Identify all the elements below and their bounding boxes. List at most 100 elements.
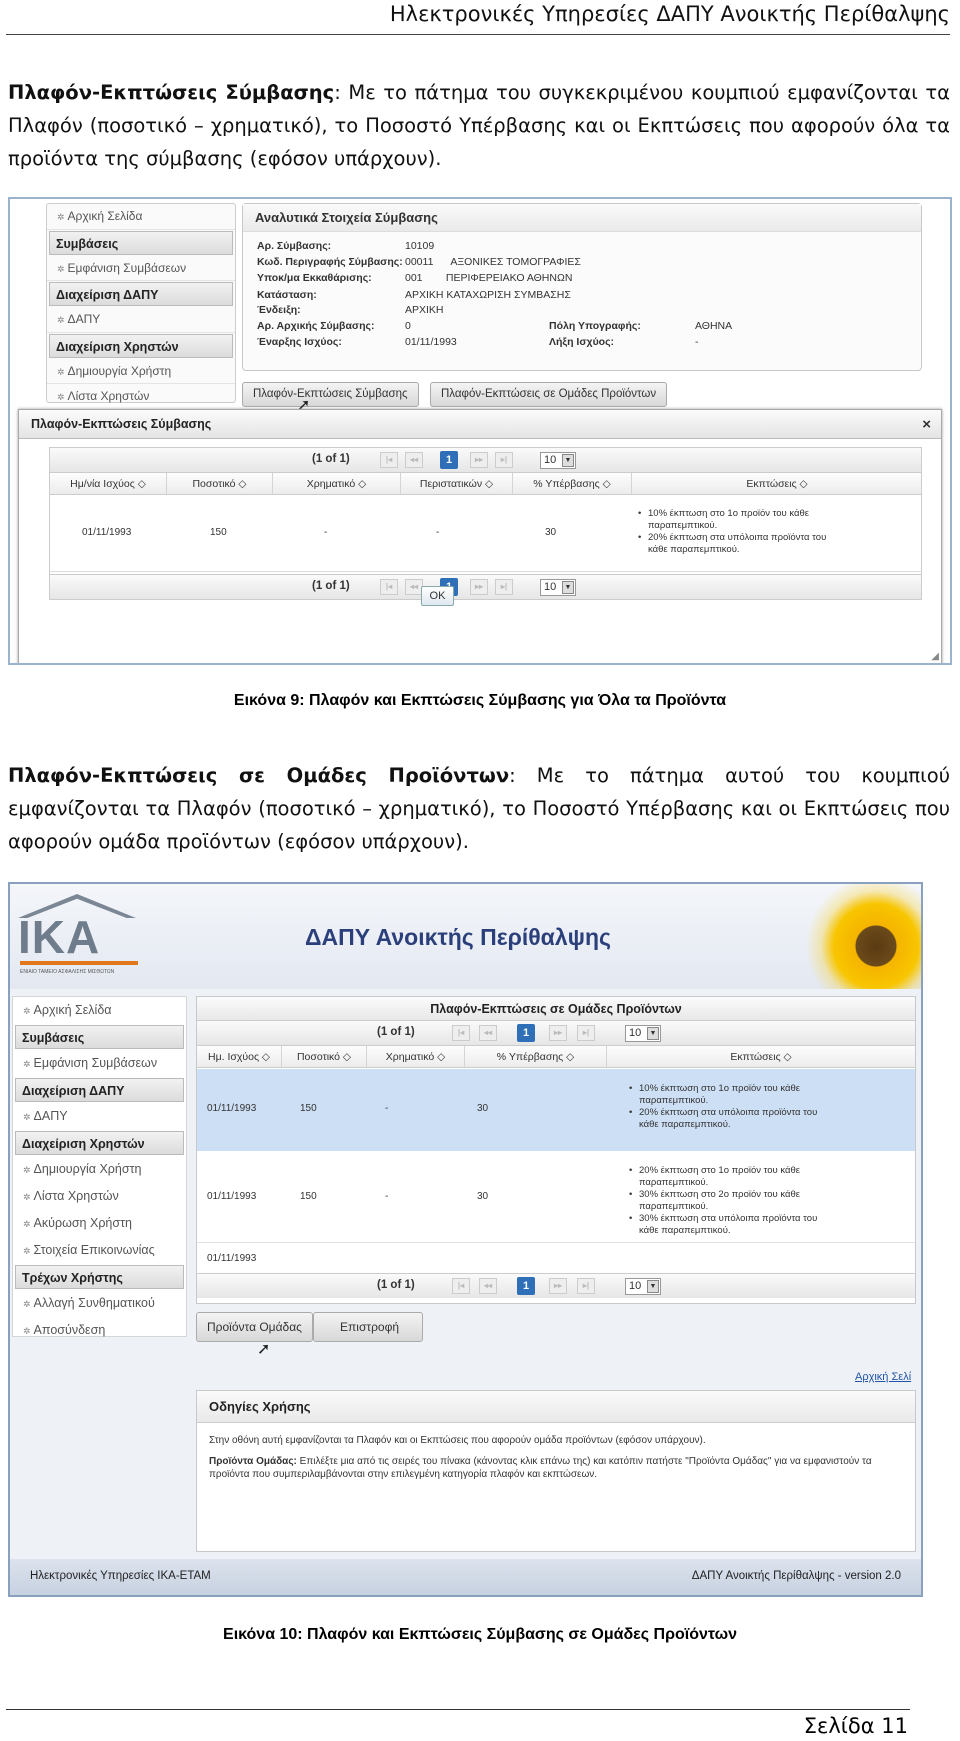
back-button[interactable]: Επιστροφή	[313, 1312, 423, 1342]
detail-row: Κωδ. Περιγραφής Σύμβασης:	[257, 256, 403, 268]
last-page-icon[interactable]: ▸|	[577, 1278, 595, 1294]
nav-user-list[interactable]: ✲ Λίστα Χρηστών	[47, 384, 235, 410]
gear-icon: ✲	[23, 1246, 31, 1256]
instructions-title: Οδηγίες Χρήσης	[197, 1391, 915, 1423]
page-size-select[interactable]: 10 ▼	[540, 579, 576, 596]
nav-head-current-user: Τρέχων Χρήστης	[15, 1265, 184, 1289]
instructions-line-1: Στην οθόνη αυτή εμφανίζονται τα Πλαφόν κ…	[209, 1435, 706, 1446]
chevron-down-icon: ▼	[647, 1027, 659, 1040]
current-page[interactable]: 1	[440, 451, 458, 469]
figure-group-limits-screenshot: IKA ΕΝΙΑΙΟ ΤΑΜΕΙΟ ΑΣΦΑΛΙΣΗΣ ΜΙΣΘΩΤΩΝ ΔΑΠ…	[8, 882, 923, 1597]
discount-list: 10% έκπτωση στο 1ο προϊόν του κάθε παραπ…	[627, 1083, 827, 1131]
close-icon[interactable]: ×	[922, 410, 931, 439]
column-header[interactable]: Ημ/νία Ισχύος ◇	[50, 473, 167, 494]
nav-cancel-user[interactable]: ✲ Ακύρωση Χρήστη	[13, 1210, 186, 1237]
gear-icon: ✲	[23, 1006, 31, 1016]
group-products-button[interactable]: Προϊόντα Ομάδας	[196, 1312, 313, 1342]
nav-show-contracts[interactable]: ✲ Εμφάνιση Συμβάσεων	[13, 1050, 186, 1077]
pager-text: (1 of 1)	[377, 1279, 415, 1291]
nav-home[interactable]: ✲ Αρχική Σελίδα	[47, 204, 235, 230]
column-header[interactable]: Ποσοτικό ◇	[167, 473, 273, 494]
detail-value: 0	[405, 320, 411, 332]
prev-page-icon[interactable]: ◂◂	[405, 452, 423, 468]
column-header[interactable]: Χρηματικό ◇	[367, 1046, 465, 1067]
page-size-select[interactable]: 10 ▼	[625, 1278, 661, 1295]
detail-value: 01/11/1993	[405, 336, 457, 348]
detail-row: Κατάσταση:	[257, 289, 317, 301]
page-size-select[interactable]: 10 ▼	[625, 1025, 661, 1042]
last-page-icon[interactable]: ▸|	[495, 452, 513, 468]
nav-dapy[interactable]: ✲ ΔΑΠΥ	[47, 307, 235, 333]
footer-rule	[6, 1709, 910, 1710]
resize-handle-icon[interactable]: ◢	[931, 651, 939, 662]
detail-value: 001 ΠΕΡΙΦΕΡΕΙΑΚΟ ΑΘΗΝΩΝ	[405, 272, 573, 284]
app-footer: Ηλεκτρονικές Υπηρεσίες ΙΚΑ-ΕΤΑΜ ΔΑΠΥ Ανο…	[10, 1559, 921, 1595]
last-page-icon[interactable]: ▸|	[577, 1025, 595, 1041]
gear-icon: ✲	[57, 315, 65, 325]
nav-create-user[interactable]: ✲ Δημιουργία Χρήστη	[47, 359, 235, 384]
contract-limits-button[interactable]: Πλαφόν-Εκπτώσεις Σύμβασης	[242, 382, 419, 407]
table-header: Ημ. Ισχύος ◇ Ποσοτικό ◇ Χρηματικό ◇ % Υπ…	[197, 1046, 915, 1068]
list-item: 20% έκπτωση στα υπόλοιπα προϊόντα του κά…	[627, 1107, 827, 1131]
current-page[interactable]: 1	[517, 1277, 535, 1295]
prev-page-icon[interactable]: ◂◂	[479, 1025, 497, 1041]
nav-home[interactable]: ✲ Αρχική Σελίδα	[13, 997, 186, 1024]
footer-left: Ηλεκτρονικές Υπηρεσίες ΙΚΑ-ΕΤΑΜ	[30, 1570, 211, 1582]
column-header[interactable]: Εκπτώσεις ◇	[607, 1046, 915, 1067]
figure-caption-10: Εικόνα 10: Πλαφόν και Εκπτώσεις Σύμβασης…	[223, 1626, 737, 1643]
detail-value: 10109	[405, 240, 435, 252]
next-page-icon[interactable]: ▸▸	[470, 579, 488, 595]
nav-contact[interactable]: ✲ Στοιχεία Επικοινωνίας	[13, 1237, 186, 1264]
nav-show-contracts[interactable]: ✲ Εμφάνιση Συμβάσεων	[47, 256, 235, 281]
group-limits-panel: Πλαφόν-Εκπτώσεις σε Ομάδες Προϊόντων (1 …	[196, 996, 916, 1304]
next-page-icon[interactable]: ▸▸	[549, 1025, 567, 1041]
nav-logout[interactable]: ✲ Αποσύνδεση	[13, 1317, 186, 1344]
app-title: ΔΑΠΥ Ανοικτής Περίθαλψης	[305, 924, 611, 950]
nav-change-password[interactable]: ✲ Αλλαγή Συνθηματικού	[13, 1290, 186, 1317]
column-header[interactable]: % Υπέρβασης ◇	[513, 473, 632, 494]
ok-button[interactable]: OK	[421, 586, 454, 606]
instructions-line-2: Προϊόντα Ομάδας: Επιλέξτε μια από τις σε…	[209, 1456, 872, 1480]
first-page-icon[interactable]: |◂	[452, 1025, 470, 1041]
last-page-icon[interactable]: ▸|	[495, 579, 513, 595]
detail-value: ΑΡΧΙΚΗ ΚΑΤΑΧΩΡΙΣΗ ΣΥΜΒΑΣΗΣ	[405, 289, 571, 301]
table-row-selected[interactable]: 01/11/1993 150 - 30 10% έκπτωση στο 1ο π…	[197, 1069, 915, 1151]
column-header[interactable]: Χρηματικό ◇	[273, 473, 401, 494]
list-item: 20% έκπτωση στα υπόλοιπα προϊόντα του κά…	[636, 532, 836, 556]
list-item: 10% έκπτωση στο 1ο προϊόν του κάθε παραπ…	[627, 1083, 827, 1107]
nav-head-dapy: Διαχείριση ΔΑΠΥ	[15, 1078, 184, 1102]
nav-dapy[interactable]: ✲ ΔΑΠΥ	[13, 1103, 186, 1130]
sidebar: ✲ Αρχική Σελίδα Συμβάσεις ✲ Εμφάνιση Συμβά…	[46, 203, 236, 410]
page-size-select[interactable]: 10 ▼	[540, 452, 576, 469]
column-header[interactable]: Ποσοτικό ◇	[282, 1046, 367, 1067]
header-rule	[6, 34, 950, 35]
app-banner: IKA ΕΝΙΑΙΟ ΤΑΜΕΙΟ ΑΣΦΑΛΙΣΗΣ ΜΙΣΘΩΤΩΝ ΔΑΠ…	[10, 884, 921, 989]
nav-head-contracts: Συμβάσεις	[49, 230, 233, 255]
logo-subtitle: ΕΝΙΑΙΟ ΤΑΜΕΙΟ ΑΣΦΑΛΙΣΗΣ ΜΙΣΘΩΤΩΝ	[20, 969, 115, 975]
nav-head-users: Διαχείριση Χρηστών	[15, 1131, 184, 1155]
first-page-icon[interactable]: |◂	[452, 1278, 470, 1294]
nav-user-list[interactable]: ✲ Λίστα Χρηστών	[13, 1183, 186, 1210]
column-header[interactable]: Περιστατικών ◇	[401, 473, 513, 494]
table-row[interactable]: 01/11/1993	[197, 1243, 915, 1273]
pager-text: (1 of 1)	[312, 580, 350, 592]
next-page-icon[interactable]: ▸▸	[470, 452, 488, 468]
table-row[interactable]: 01/11/1993 150 - 30 20% έκπτωση στο 1ο π…	[197, 1151, 915, 1243]
column-header[interactable]: % Υπέρβασης ◇	[465, 1046, 607, 1067]
group-limits-button[interactable]: Πλαφόν-Εκπτώσεις σε Ομάδες Προϊόντων	[430, 382, 668, 407]
chevron-down-icon: ▼	[562, 454, 574, 467]
first-page-icon[interactable]: |◂	[380, 579, 398, 595]
table-row[interactable]: 01/11/1993 150 - - 30 10% έκπτωση στο 1ο…	[50, 496, 921, 572]
detail-value: 00011 ΑΞΟΝΙΚΕΣ ΤΟΜΟΓΡΑΦΙΕΣ	[405, 256, 581, 268]
home-link[interactable]: Αρχική Σελί	[855, 1371, 911, 1383]
column-header[interactable]: Ημ. Ισχύος ◇	[197, 1046, 282, 1067]
sidebar: ✲ Αρχική Σελίδα Συμβάσεις ✲ Εμφάνιση Συμβά…	[12, 996, 187, 1337]
current-page[interactable]: 1	[517, 1024, 535, 1042]
figure-caption-9: Εικόνα 9: Πλαφόν και Εκπτώσεις Σύμβασης …	[233, 692, 727, 709]
prev-page-icon[interactable]: ◂◂	[479, 1278, 497, 1294]
nav-create-user[interactable]: ✲ Δημιουργία Χρήστη	[13, 1156, 186, 1183]
first-page-icon[interactable]: |◂	[380, 452, 398, 468]
next-page-icon[interactable]: ▸▸	[549, 1278, 567, 1294]
limits-dialog: Πλαφόν-Εκπτώσεις Σύμβασης × (1 of 1) |◂ ◂…	[18, 409, 942, 663]
column-header[interactable]: Εκπτώσεις ◇	[632, 473, 922, 494]
